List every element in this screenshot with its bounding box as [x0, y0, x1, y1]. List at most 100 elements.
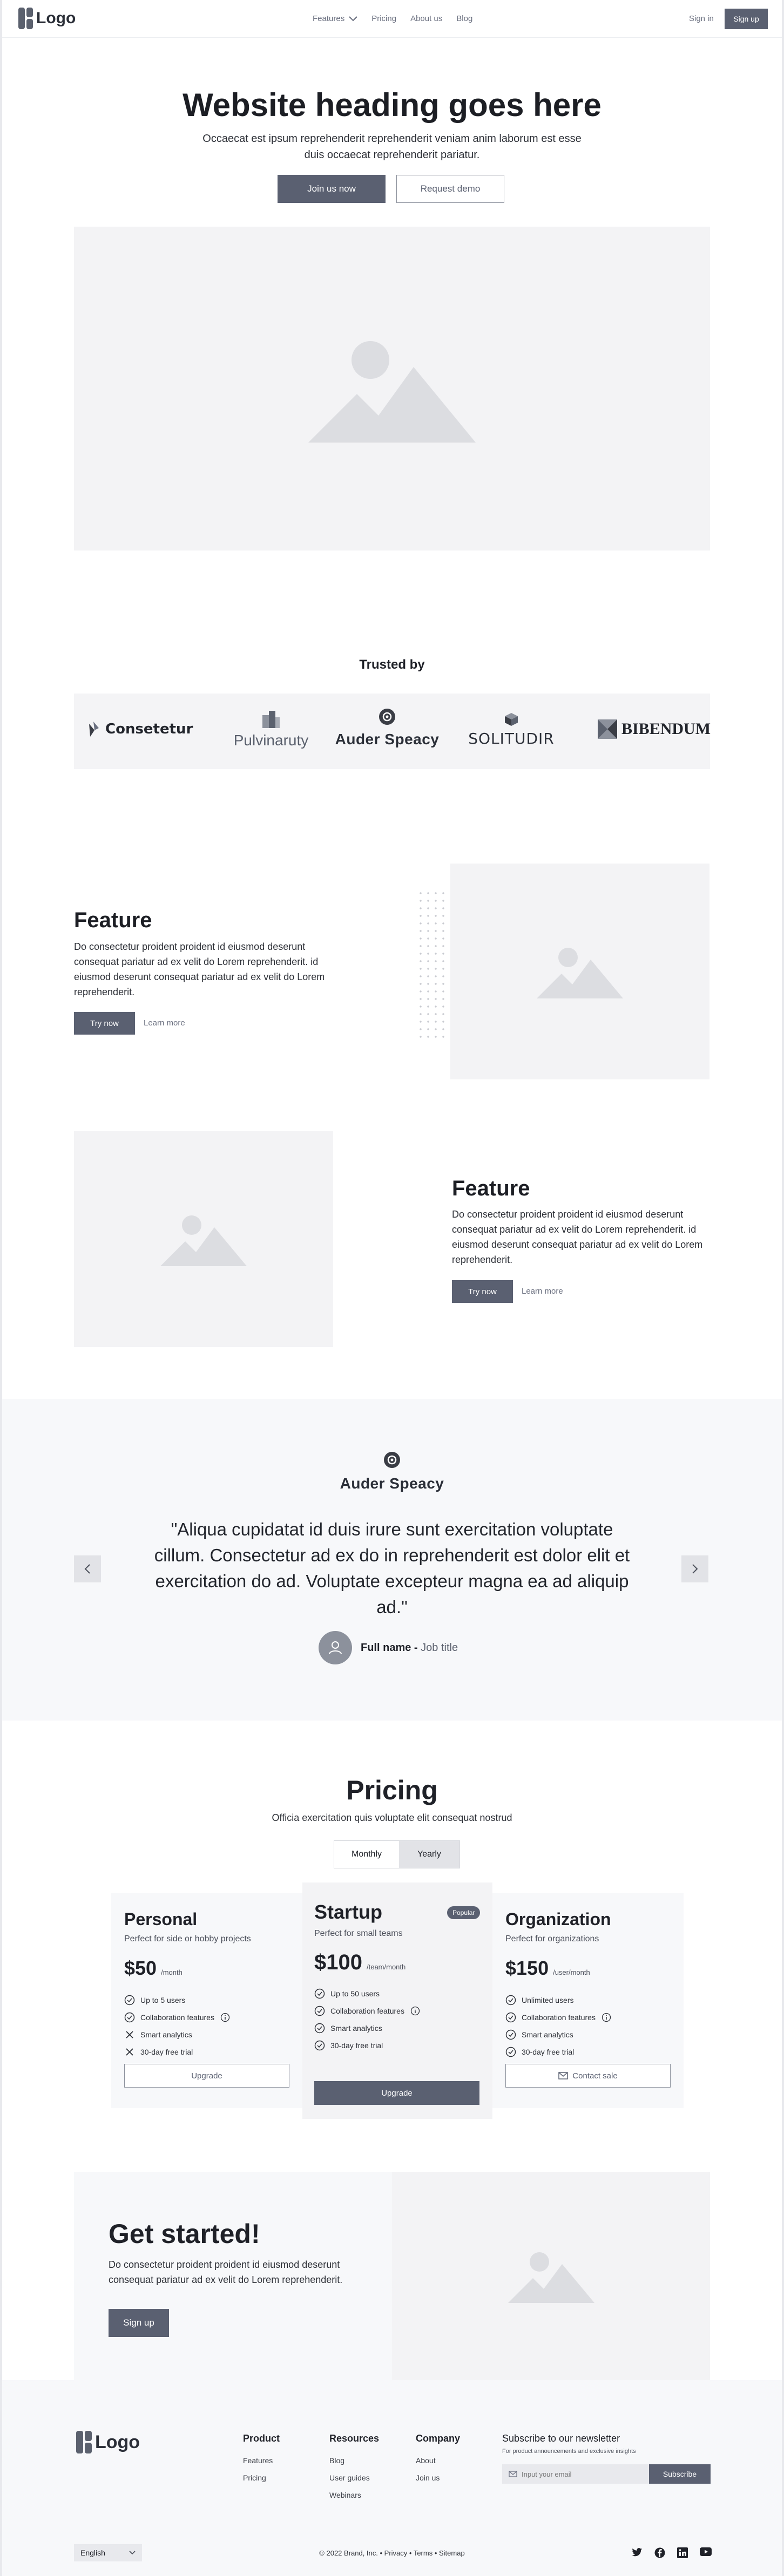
- pricing-subtitle: Officia exercitation quis voluptate elit…: [272, 1812, 512, 1823]
- logo-text: Logo: [36, 9, 76, 27]
- feature-title: Feature: [74, 908, 152, 932]
- x-icon: [124, 2029, 135, 2040]
- chevron-left-icon: [84, 1564, 90, 1574]
- info-icon[interactable]: [220, 2012, 231, 2023]
- footer-link[interactable]: User guides: [329, 2473, 379, 2482]
- nav-link-pricing[interactable]: Pricing: [371, 14, 396, 23]
- cta-section: Get started! Do consectetur proident pro…: [74, 2172, 710, 2380]
- upgrade-button[interactable]: Upgrade: [124, 2064, 289, 2088]
- dot-pattern: [417, 889, 449, 1041]
- learn-more-link[interactable]: Learn more: [144, 1018, 185, 1028]
- twitter-icon[interactable]: [632, 2547, 643, 2557]
- plan-feature: Collaboration features: [505, 2012, 612, 2023]
- plan-feature: Collaboration features: [314, 2006, 421, 2016]
- plan-feature: Collaboration features: [124, 2012, 231, 2023]
- plan-feature: Unlimited users: [505, 1995, 612, 2006]
- info-icon[interactable]: [601, 2012, 612, 2023]
- cta-title: Get started!: [109, 2219, 260, 2249]
- plan-price: $100/team/month: [314, 1950, 405, 1975]
- facebook-icon[interactable]: [654, 2547, 665, 2558]
- footer-column-title: Resources: [329, 2433, 380, 2444]
- brand-logo-solitudir: SOLITUDIR: [463, 711, 560, 747]
- plan-feature: Up to 5 users: [124, 1995, 231, 2006]
- plan-feature: Up to 50 users: [314, 1988, 421, 1999]
- check-icon: [505, 1995, 516, 2006]
- nav-link-blog[interactable]: Blog: [456, 14, 472, 23]
- upgrade-button[interactable]: Upgrade: [314, 2081, 479, 2105]
- nav-link-label: Features: [313, 14, 345, 23]
- brand-logo-auder-speacy: Auder Speacy: [333, 708, 441, 748]
- testimonial-quote: "Aliqua cupidatat id duis irure sunt exe…: [154, 1519, 630, 1617]
- subscribe-button[interactable]: Subscribe: [649, 2464, 711, 2484]
- carousel-next-button[interactable]: [681, 1555, 708, 1582]
- footer-link[interactable]: About: [416, 2456, 460, 2465]
- newsletter-email-input[interactable]: [522, 2470, 640, 2478]
- footer-column-title: Product: [243, 2433, 280, 2444]
- contact-sale-button[interactable]: Contact sale: [505, 2064, 671, 2088]
- nav-link-about[interactable]: About us: [410, 14, 442, 23]
- carousel-prev-button[interactable]: [74, 1555, 101, 1582]
- nav-link-features[interactable]: Features: [313, 14, 357, 23]
- chevron-down-icon: [349, 16, 357, 21]
- chevron-right-icon: [692, 1564, 698, 1574]
- logo-text: Logo: [95, 2431, 140, 2452]
- image-placeholder-icon: [308, 335, 476, 443]
- linkedin-icon[interactable]: [677, 2547, 688, 2558]
- price-value: $150: [505, 1957, 549, 1979]
- brand-logo-consetetur: Consetetur: [87, 721, 193, 738]
- footer-column-product: Product Features Pricing: [243, 2433, 280, 2491]
- price-period: /team/month: [366, 1963, 406, 1971]
- info-icon[interactable]: [410, 2006, 421, 2016]
- footer-link[interactable]: Blog: [329, 2456, 379, 2465]
- hero-image: [74, 227, 710, 550]
- testimonial-author: Full name - Job title: [319, 1631, 458, 1664]
- newsletter-email-field[interactable]: [502, 2464, 649, 2484]
- plan-features: Up to 50 users Collaboration features Sm…: [314, 1988, 421, 2051]
- footer-link[interactable]: Webinars: [329, 2491, 379, 2499]
- join-button[interactable]: Join us now: [278, 175, 386, 203]
- popular-badge: Popular: [447, 1906, 481, 1919]
- plan-description: Perfect for side or hobby projects: [124, 1934, 251, 1943]
- cta-signup-button[interactable]: Sign up: [109, 2309, 169, 2337]
- request-demo-button[interactable]: Request demo: [396, 175, 504, 203]
- learn-more-link[interactable]: Learn more: [522, 1287, 563, 1296]
- feature-description: Do consectetur proident proident id eius…: [452, 1209, 703, 1265]
- signup-button[interactable]: Sign up: [725, 9, 768, 29]
- user-icon: [329, 1641, 342, 1655]
- pricing-card-organization: Organization Perfect for organizations $…: [492, 1893, 684, 2108]
- avatar: [319, 1631, 352, 1664]
- plan-price: $150/user/month: [505, 1957, 590, 1980]
- brand-logo-pulvinaruty: Pulvinaruty: [222, 710, 320, 749]
- try-now-button[interactable]: Try now: [74, 1012, 135, 1035]
- image-placeholder-icon: [537, 944, 623, 998]
- plan-name: Organization: [505, 1909, 611, 1929]
- footer-logo[interactable]: Logo: [76, 2431, 140, 2453]
- newsletter-title: Subscribe to our newsletter: [502, 2433, 620, 2444]
- image-placeholder-icon: [508, 2249, 594, 2303]
- gear-badge-icon: [379, 709, 395, 725]
- youtube-icon[interactable]: [700, 2547, 712, 2556]
- author-separator: -: [411, 1641, 421, 1654]
- signin-link[interactable]: Sign in: [689, 14, 714, 23]
- mail-icon: [558, 2072, 569, 2079]
- plan-feature: Smart analytics: [314, 2023, 421, 2034]
- price-value: $100: [314, 1950, 362, 1974]
- nav-logo[interactable]: Logo: [18, 8, 76, 29]
- footer-link[interactable]: Pricing: [243, 2473, 280, 2482]
- plan-feature: 30-day free trial: [124, 2047, 231, 2057]
- newsletter-subtitle: For product announcements and exclusive …: [502, 2448, 636, 2455]
- plan-features: Unlimited users Collaboration features S…: [505, 1995, 612, 2057]
- check-icon: [505, 2012, 516, 2023]
- author-name: Full name: [361, 1641, 411, 1654]
- toggle-monthly[interactable]: Monthly: [336, 1843, 397, 1866]
- toggle-yearly[interactable]: Yearly: [399, 1841, 459, 1868]
- footer-link[interactable]: Join us: [416, 2473, 460, 2482]
- author-job: Job title: [421, 1641, 458, 1654]
- try-now-button[interactable]: Try now: [452, 1280, 513, 1303]
- price-period: /month: [161, 1968, 183, 1976]
- footer-link[interactable]: Features: [243, 2456, 280, 2465]
- footer: Logo Product Features Pricing Resources …: [2, 2380, 782, 2576]
- check-icon: [314, 2006, 325, 2016]
- check-icon: [124, 1995, 135, 2006]
- nav-links: Features Pricing About us Blog: [313, 14, 472, 23]
